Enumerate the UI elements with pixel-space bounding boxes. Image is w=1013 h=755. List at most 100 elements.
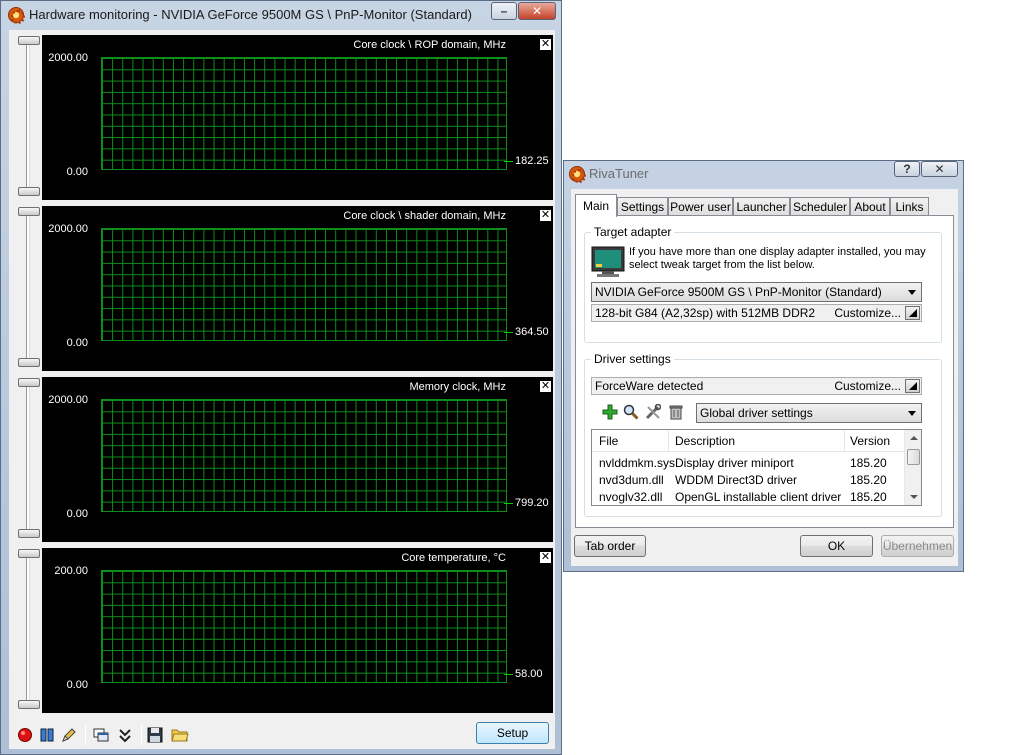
tab-settings[interactable]: Settings bbox=[617, 197, 668, 216]
graph-max-label: 2000.00 bbox=[48, 223, 88, 235]
slider-top-thumb[interactable] bbox=[18, 378, 40, 387]
graph-current-value: 182.25 bbox=[515, 155, 549, 167]
graph-max-label: 200.00 bbox=[54, 565, 88, 577]
windows-icon[interactable] bbox=[93, 727, 109, 743]
driver-status-text: ForceWare detected bbox=[595, 379, 704, 393]
graph-panel-core-rop: Core clock \ ROP domain, MHz ✕ 2000.00 0… bbox=[9, 34, 555, 201]
window-title: RivaTuner bbox=[589, 166, 649, 181]
graph-min-label: 0.00 bbox=[66, 679, 88, 691]
scroll-down-icon[interactable] bbox=[910, 495, 918, 499]
column-header-description[interactable]: Description bbox=[675, 434, 735, 448]
close-graph-button[interactable]: ✕ bbox=[540, 552, 551, 563]
customize-driver-button[interactable] bbox=[905, 379, 920, 393]
column-divider[interactable] bbox=[668, 430, 669, 452]
search-icon[interactable] bbox=[623, 404, 639, 420]
adapter-select[interactable]: NVIDIA GeForce 9500M GS \ PnP-Monitor (S… bbox=[591, 282, 922, 302]
graph-height-slider[interactable] bbox=[13, 547, 41, 714]
graph-core-clock-shader[interactable]: Core clock \ shader domain, MHz ✕ 2000.0… bbox=[42, 206, 553, 371]
tab-scheduler[interactable]: Scheduler bbox=[790, 197, 850, 216]
add-icon[interactable] bbox=[602, 404, 618, 420]
rivatuner-client-area: Main Settings Power user Launcher Schedu… bbox=[571, 189, 958, 566]
tab-links[interactable]: Links bbox=[890, 197, 929, 216]
slider-top-thumb[interactable] bbox=[18, 207, 40, 216]
driver-files-list[interactable]: File Description Version nvlddmkm.sys Di… bbox=[591, 429, 922, 506]
graph-height-slider[interactable] bbox=[13, 376, 41, 543]
tools-icon[interactable] bbox=[645, 403, 662, 420]
tab-power-user[interactable]: Power user bbox=[668, 197, 733, 216]
graph-max-label: 2000.00 bbox=[48, 394, 88, 406]
slider-top-thumb[interactable] bbox=[18, 549, 40, 558]
tab-launcher[interactable]: Launcher bbox=[733, 197, 790, 216]
column-header-version[interactable]: Version bbox=[850, 434, 890, 448]
list-item[interactable]: nvd3dum.dll WDDM Direct3D driver 185.20 bbox=[592, 472, 902, 489]
close-graph-button[interactable]: ✕ bbox=[540, 39, 551, 50]
adapter-info-text: 128-bit G84 (A2,32sp) with 512MB DDR2 bbox=[595, 306, 816, 320]
toolbar-separator bbox=[85, 725, 86, 745]
chevron-down-icon bbox=[908, 411, 916, 416]
list-item[interactable]: nvlddmkm.sys Display driver miniport 185… bbox=[592, 455, 902, 472]
graph-grid bbox=[101, 228, 507, 341]
slider-track-line bbox=[26, 555, 30, 707]
slider-top-thumb[interactable] bbox=[18, 36, 40, 45]
column-divider[interactable] bbox=[844, 430, 845, 452]
group-label: Target adapter bbox=[591, 225, 675, 239]
close-button[interactable]: ✕ bbox=[518, 2, 556, 20]
driver-profile-select[interactable]: Global driver settings bbox=[696, 403, 922, 423]
customize-adapter-button[interactable] bbox=[905, 306, 920, 320]
graph-memory-clock[interactable]: Memory clock, MHz ✕ 2000.00 0.00 799.20 bbox=[42, 377, 553, 542]
ok-button[interactable]: OK bbox=[800, 535, 873, 557]
file-version: 185.20 bbox=[850, 473, 887, 487]
graph-height-slider[interactable] bbox=[13, 34, 41, 201]
list-item[interactable]: nvoglv32.dll OpenGL installable client d… bbox=[592, 489, 902, 506]
list-scrollbar[interactable] bbox=[904, 430, 921, 505]
graph-panel-temperature: Core temperature, °C ✕ 200.00 0.00 58.00 bbox=[9, 547, 555, 714]
title-bar[interactable]: Hardware monitoring - NVIDIA GeForce 950… bbox=[1, 1, 561, 29]
window-title: Hardware monitoring - NVIDIA GeForce 950… bbox=[29, 7, 472, 22]
adapter-info-field: 128-bit G84 (A2,32sp) with 512MB DDR2 Cu… bbox=[591, 304, 922, 322]
record-icon[interactable] bbox=[17, 727, 33, 743]
slider-bottom-thumb[interactable] bbox=[18, 700, 40, 709]
graph-max-label: 2000.00 bbox=[48, 52, 88, 64]
setup-button[interactable]: Setup bbox=[476, 722, 549, 744]
close-graph-button[interactable]: ✕ bbox=[540, 210, 551, 221]
collapse-icon[interactable] bbox=[117, 727, 133, 743]
file-description: Display driver miniport bbox=[675, 456, 794, 470]
graph-title: Core temperature, °C bbox=[401, 552, 506, 564]
main-tab-page: Target adapter If you have more than one… bbox=[575, 215, 954, 528]
customize-driver-label: Customize... bbox=[834, 379, 901, 393]
minimize-button[interactable]: – bbox=[491, 2, 517, 20]
graph-height-slider[interactable] bbox=[13, 205, 41, 372]
file-description: OpenGL installable client driver bbox=[675, 490, 842, 504]
pencil-icon[interactable] bbox=[61, 727, 77, 743]
graph-title: Core clock \ shader domain, MHz bbox=[343, 210, 506, 222]
graph-title: Core clock \ ROP domain, MHz bbox=[353, 39, 506, 51]
chevron-down-icon bbox=[908, 290, 916, 295]
close-graph-button[interactable]: ✕ bbox=[540, 381, 551, 392]
close-button[interactable]: ✕ bbox=[921, 161, 958, 177]
slider-bottom-thumb[interactable] bbox=[18, 529, 40, 538]
tab-order-button[interactable]: Tab order bbox=[574, 535, 646, 557]
apply-button[interactable]: Übernehmen bbox=[881, 535, 954, 557]
tab-about[interactable]: About bbox=[850, 197, 890, 216]
graph-core-temperature[interactable]: Core temperature, °C ✕ 200.00 0.00 58.00 bbox=[42, 548, 553, 713]
file-version: 185.20 bbox=[850, 490, 887, 504]
slider-bottom-thumb[interactable] bbox=[18, 358, 40, 367]
file-name: nvd3dum.dll bbox=[599, 473, 664, 487]
graph-core-clock-rop[interactable]: Core clock \ ROP domain, MHz ✕ 2000.00 0… bbox=[42, 35, 553, 200]
graph-current-value: 799.20 bbox=[515, 497, 549, 509]
save-icon[interactable] bbox=[147, 727, 163, 743]
folder-icon[interactable] bbox=[171, 727, 189, 743]
title-bar[interactable]: RivaTuner ? ✕ bbox=[564, 161, 963, 187]
profile-selected-value: Global driver settings bbox=[700, 406, 813, 420]
delete-icon[interactable] bbox=[668, 404, 684, 420]
current-value-marker bbox=[504, 503, 513, 504]
tab-main[interactable]: Main bbox=[575, 194, 617, 217]
help-button[interactable]: ? bbox=[894, 161, 920, 177]
graph-panel-core-shader: Core clock \ shader domain, MHz ✕ 2000.0… bbox=[9, 205, 555, 372]
scroll-thumb[interactable] bbox=[907, 449, 920, 465]
pause-icon[interactable] bbox=[39, 727, 55, 743]
file-description: WDDM Direct3D driver bbox=[675, 473, 798, 487]
scroll-up-icon[interactable] bbox=[910, 436, 918, 440]
slider-bottom-thumb[interactable] bbox=[18, 187, 40, 196]
column-header-file[interactable]: File bbox=[599, 434, 618, 448]
